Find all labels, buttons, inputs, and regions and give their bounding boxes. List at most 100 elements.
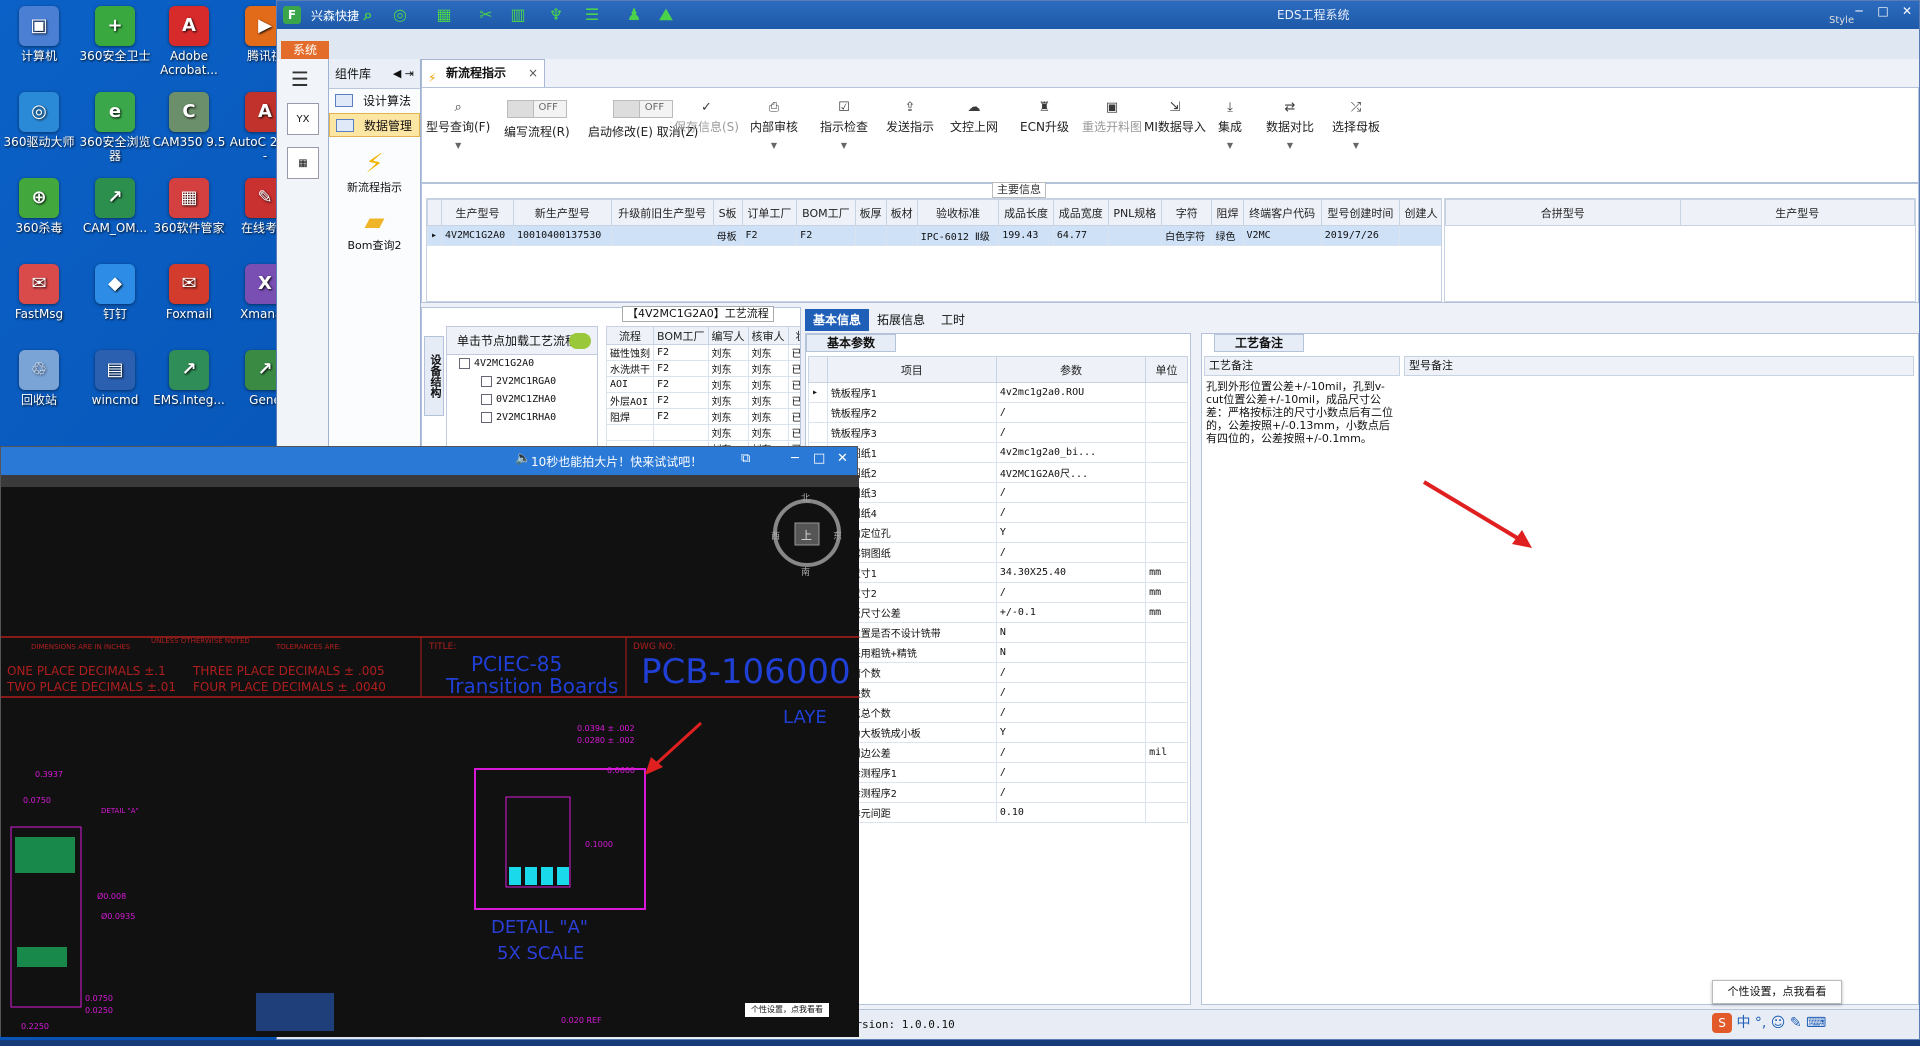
column-header[interactable]: S板 bbox=[712, 199, 743, 226]
tree-checkbox[interactable] bbox=[481, 393, 492, 405]
column-header[interactable]: 成品宽度 bbox=[1052, 199, 1109, 226]
desktop-icon[interactable]: A Adobe Acrobat... bbox=[150, 6, 228, 77]
toolbar-button[interactable]: OFF 编写流程(R) bbox=[504, 100, 570, 140]
chevron-down-icon[interactable]: ▼ bbox=[1266, 141, 1314, 150]
system-tab[interactable]: 系统 bbox=[281, 41, 329, 59]
toolbar-button[interactable]: ☁ 文控上网 bbox=[950, 100, 998, 135]
column-header[interactable]: 流程 bbox=[606, 326, 654, 345]
yx-module-icon[interactable]: YX bbox=[287, 103, 319, 135]
ime-toolbar[interactable]: S 中 °, ☺ ✎ ⌨ bbox=[1712, 1012, 1912, 1038]
close-tab-icon[interactable]: × bbox=[528, 60, 538, 86]
process-row[interactable]: 磁性蚀刻F2刘东刘东已审核 bbox=[606, 344, 800, 361]
param-row[interactable]: 尺寸检测程序1/ bbox=[808, 762, 1188, 783]
sogou-icon[interactable]: S bbox=[1712, 1013, 1732, 1033]
globe-icon[interactable]: ◎ bbox=[391, 6, 409, 24]
desktop-icon[interactable]: +360安全卫士 bbox=[76, 6, 154, 63]
detail-tab[interactable]: 工时 bbox=[933, 309, 973, 331]
toolbar-button[interactable]: ✓ 保存信息(S) bbox=[674, 100, 739, 135]
param-row[interactable]: 外形露铜图纸 / bbox=[808, 542, 1188, 563]
new-process-tool[interactable]: ⚡ 新流程指示 bbox=[329, 149, 420, 195]
desktop-icon[interactable]: ◆ 钉钉 bbox=[76, 264, 154, 321]
chat-icon[interactable] bbox=[569, 333, 591, 349]
desktop-icon[interactable]: C CAM350 9.5 bbox=[150, 92, 228, 149]
column-header[interactable]: 成品长度 bbox=[998, 199, 1054, 226]
toolbar-button[interactable]: ⇪ 发送指示 bbox=[886, 100, 934, 135]
process-row[interactable]: 刘东刘东已审核 bbox=[606, 424, 800, 441]
table-icon[interactable]: ▥ bbox=[509, 6, 527, 24]
param-row[interactable]: 外形图纸4/ bbox=[808, 502, 1188, 523]
toolbar-button[interactable]: ♜ ECN升级 bbox=[1020, 100, 1069, 135]
process-row[interactable]: 水洗烘干F2刘东刘东已审核 bbox=[606, 360, 800, 377]
tools-icon[interactable]: ✂ bbox=[477, 6, 495, 24]
column-header[interactable]: 阻焊 bbox=[1211, 199, 1244, 226]
comp-item-data-management[interactable]: 数据管理 bbox=[329, 113, 420, 137]
basic-params-subtab[interactable]: 基本参数 bbox=[806, 334, 897, 352]
desktop-icon[interactable]: ↗ CAM_OM... bbox=[76, 178, 154, 235]
tree-checkbox[interactable] bbox=[481, 411, 492, 423]
user-icon[interactable]: ♟ bbox=[625, 6, 643, 24]
desktop-icon[interactable]: ↗ EMS.Integ... bbox=[150, 350, 228, 407]
grid-icon[interactable]: ▦ bbox=[435, 6, 453, 24]
column-header[interactable]: 生产型号 bbox=[1679, 199, 1915, 226]
chevron-down-icon[interactable]: ▼ bbox=[1218, 141, 1242, 150]
param-row[interactable]: 单元尺寸134.30X25.40mm bbox=[808, 562, 1188, 583]
overlay-minimize-button[interactable]: ─ bbox=[791, 451, 799, 466]
speaker-icon[interactable]: 🔈 bbox=[515, 451, 531, 466]
param-row[interactable]: 叠板块数/ bbox=[808, 682, 1188, 703]
toolbar-button[interactable]: ⇲ MI数据导入 bbox=[1144, 100, 1206, 135]
off-toggle[interactable]: OFF bbox=[506, 100, 567, 118]
desktop-icon[interactable]: ▣ 计算机 bbox=[0, 6, 78, 63]
process-row[interactable]: AOIF2刘东刘东已审核 bbox=[606, 376, 800, 393]
desktop-icon[interactable]: ♲ 回收站 bbox=[0, 350, 78, 407]
toolbar-button[interactable]: ⎙ 内部审核 ▼ bbox=[750, 100, 798, 150]
desktop-icon[interactable]: ⊕ 360杀毒 bbox=[0, 178, 78, 235]
panel-nav-icon[interactable]: ◀ ⇥ bbox=[393, 59, 414, 89]
column-header[interactable]: BOM工厂 bbox=[796, 199, 856, 226]
column-header[interactable]: 字符 bbox=[1161, 199, 1213, 226]
toolbar-button[interactable]: ☑ 指示检查 ▼ bbox=[820, 100, 868, 150]
tree-checkbox[interactable] bbox=[481, 375, 492, 387]
column-header[interactable]: 合拼型号 bbox=[1445, 199, 1681, 226]
param-row[interactable]: 单元尺寸2/mm bbox=[808, 582, 1188, 603]
tree-node[interactable]: 2V2MC1RGA0 bbox=[447, 373, 597, 391]
param-row[interactable]: 异形槽个数/ bbox=[808, 662, 1188, 683]
param-row[interactable]: 钻槽位置是否不设计铣带 N bbox=[808, 622, 1188, 643]
comp-item-design-algorithm[interactable]: 设计算法 bbox=[329, 89, 420, 113]
tree-node[interactable]: 0V2MC1ZHA0 bbox=[447, 391, 597, 409]
personal-settings-tip[interactable]: 个性设置，点我看看 bbox=[1712, 980, 1842, 1004]
column-header[interactable]: 型号创建时间 bbox=[1320, 199, 1400, 226]
toolbar-button[interactable]: ⤮ 选择母板 ▼ bbox=[1332, 100, 1380, 150]
param-row[interactable]: 铣板程序2/ bbox=[808, 402, 1188, 423]
column-header[interactable]: 编写人 bbox=[707, 326, 749, 345]
desktop-icon[interactable]: ▤ wincmd bbox=[76, 350, 154, 407]
column-header[interactable]: 项目 bbox=[826, 356, 997, 383]
tree-node[interactable]: 4V2MC1G2A0 bbox=[447, 355, 597, 373]
column-header[interactable]: 板材 bbox=[885, 199, 918, 226]
list-icon[interactable]: ☰ bbox=[583, 6, 601, 24]
param-row[interactable]: 尺寸检测程序2/ bbox=[808, 782, 1188, 803]
param-row[interactable]: 外形图纸14v2mc1g2a0_bi... bbox=[808, 442, 1188, 463]
cad-settings-tip[interactable]: 个性设置，点我看看 bbox=[745, 1003, 829, 1017]
chevron-down-icon[interactable]: ▼ bbox=[426, 141, 490, 150]
desktop-icon[interactable]: ▦ 360软件管家 bbox=[150, 178, 228, 235]
main-info-row[interactable]: ▸ 4V2MC1G2A0 10010400137530 母板 F2 F2 IPC-6012 … bbox=[427, 225, 1441, 246]
desktop-icon[interactable]: ✉ Foxmail bbox=[150, 264, 228, 321]
toolbar-button[interactable]: ▣ 重选开料图 bbox=[1082, 100, 1142, 135]
close-button[interactable]: ✕ bbox=[1895, 3, 1919, 19]
column-header[interactable]: 核审人 bbox=[747, 326, 789, 345]
hamburger-icon[interactable]: ☰ bbox=[291, 67, 309, 91]
param-row[interactable]: 是否为大板铣成小板 Y bbox=[808, 722, 1188, 743]
param-row[interactable]: 是否采用粗铣+精铣 N bbox=[808, 642, 1188, 663]
column-header[interactable]: 板厚 bbox=[854, 199, 887, 226]
chevron-down-icon[interactable]: ▼ bbox=[1332, 141, 1380, 150]
maximize-button[interactable]: □ bbox=[1871, 3, 1895, 19]
equipment-structure-tab[interactable]: 设备结构 bbox=[424, 336, 444, 416]
column-header[interactable]: 新生产型号 bbox=[512, 199, 612, 226]
column-header[interactable]: BOM工厂 bbox=[653, 326, 709, 345]
desktop-icon[interactable]: e 360安全浏览器 bbox=[76, 92, 154, 163]
process-row[interactable]: 外层AOIF2刘东刘东已审核 bbox=[606, 392, 800, 409]
column-header[interactable]: PNL规格 bbox=[1107, 199, 1163, 226]
param-row[interactable]: 外形图纸24V2MC1G2A0尺... bbox=[808, 462, 1188, 483]
column-header[interactable]: 参数 bbox=[995, 356, 1147, 383]
overlay-close-button[interactable]: ✕ bbox=[837, 451, 848, 466]
